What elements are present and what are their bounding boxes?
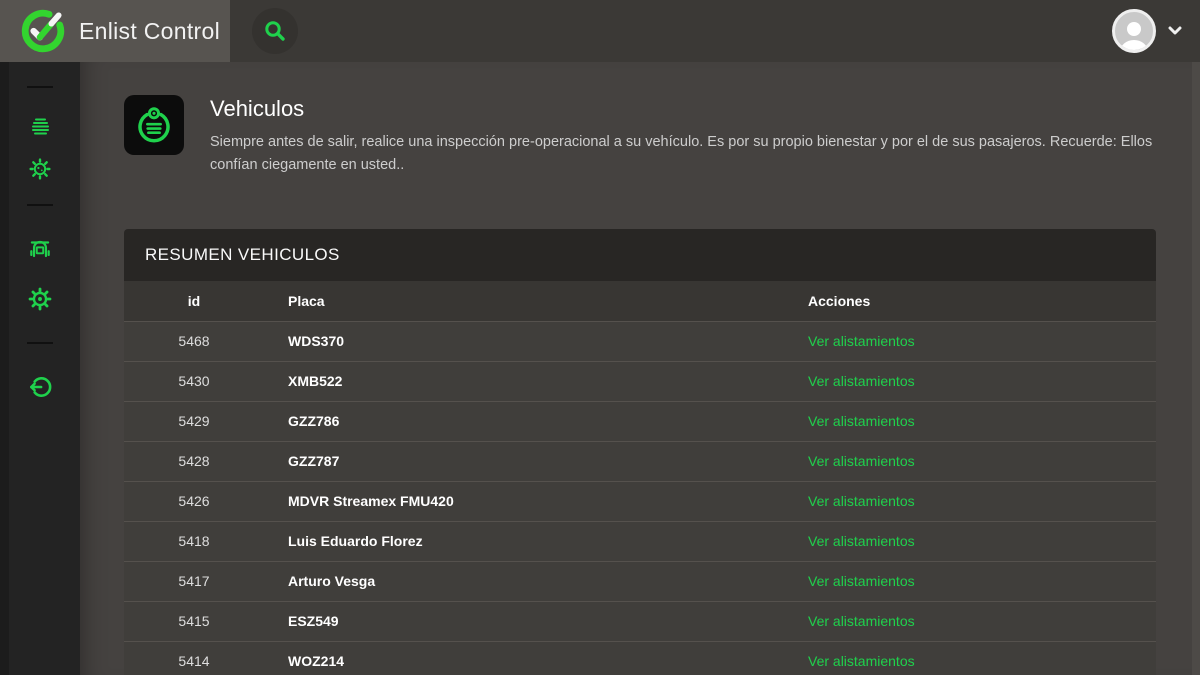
table-row: 5429GZZ786 Ver alistamientos [124,401,1156,441]
table-row: 5468WDS370 Ver alistamientos [124,321,1156,361]
virus-icon [28,157,52,181]
table-header-row: id Placa Acciones [124,281,1156,321]
sidebar-item-protocolos[interactable] [27,156,53,182]
vehicle-id: 5429 [124,401,264,441]
ver-alistamientos-link[interactable]: Ver alistamientos [808,533,915,549]
vehicle-id: 5414 [124,641,264,675]
vehicle-id: 5468 [124,321,264,361]
ver-alistamientos-link[interactable]: Ver alistamientos [808,613,915,629]
avatar[interactable] [1112,9,1156,53]
vehicle-actions-cell: Ver alistamientos [784,521,1156,561]
brand-name: Enlist Control [79,18,220,45]
sidebar-item-alistamientos[interactable] [27,114,53,140]
column-header-placa: Placa [264,281,784,321]
vehicle-actions-cell: Ver alistamientos [784,601,1156,641]
vehicle-actions-cell: Ver alistamientos [784,641,1156,675]
vehicle-placa: Arturo Vesga [264,561,784,601]
column-header-acciones: Acciones [784,281,1156,321]
vehicle-placa: Luis Eduardo Florez [264,521,784,561]
vehicle-placa: WDS370 [264,321,784,361]
sidebar-divider [27,342,53,344]
vehicle-top-icon [133,104,175,146]
table-row: 5414WOZ214 Ver alistamientos [124,641,1156,675]
vehicle-actions-cell: Ver alistamientos [784,561,1156,601]
list-lines-icon [28,115,52,139]
user-avatar-icon [1117,18,1151,50]
vehicle-actions-cell: Ver alistamientos [784,361,1156,401]
vehicle-actions-cell: Ver alistamientos [784,401,1156,441]
vehicles-panel: RESUMEN VEHICULOS id Placa Acciones 5468… [124,229,1156,675]
table-row: 5417Arturo Vesga Ver alistamientos [124,561,1156,601]
ver-alistamientos-link[interactable]: Ver alistamientos [808,493,915,509]
vehicles-table: id Placa Acciones 5468WDS370 Ver alistami… [124,281,1156,675]
vehicle-front-icon [27,236,53,262]
page-header: Vehiculos Siempre antes de salir, realic… [124,95,1156,177]
ver-alistamientos-link[interactable]: Ver alistamientos [808,333,915,349]
vehicles-tile [124,95,184,155]
logout-icon [27,374,53,400]
page-description: Siempre antes de salir, realice una insp… [210,131,1156,177]
vehicle-actions-cell: Ver alistamientos [784,441,1156,481]
panel-title: RESUMEN VEHICULOS [145,245,340,265]
table-row: 5418Luis Eduardo Florez Ver alistamientos [124,521,1156,561]
table-row: 5415ESZ549 Ver alistamientos [124,601,1156,641]
ver-alistamientos-link[interactable]: Ver alistamientos [808,573,915,589]
column-header-id: id [124,281,264,321]
vehicle-id: 5417 [124,561,264,601]
vehicle-placa: GZZ787 [264,441,784,481]
search-icon [262,18,288,44]
sidebar-item-configuracion[interactable] [27,286,53,312]
vehicle-id: 5415 [124,601,264,641]
vehicle-actions-cell: Ver alistamientos [784,321,1156,361]
scrollbar[interactable] [1192,62,1200,675]
page-title: Vehiculos [210,96,1156,122]
table-row: 5426MDVR Streamex FMU420 Ver alistamiento… [124,481,1156,521]
chevron-down-icon[interactable] [1168,26,1182,36]
vehicle-placa: XMB522 [264,361,784,401]
vehicle-id: 5426 [124,481,264,521]
vehicle-placa: GZZ786 [264,401,784,441]
ver-alistamientos-link[interactable]: Ver alistamientos [808,373,915,389]
search-button[interactable] [252,8,298,54]
sidebar-item-logout[interactable] [27,374,53,400]
vehicle-id: 5428 [124,441,264,481]
vehicle-placa: MDVR Streamex FMU420 [264,481,784,521]
sidebar-item-vehiculos[interactable] [27,236,53,262]
table-row: 5428GZZ787 Ver alistamientos [124,441,1156,481]
vehicle-actions-cell: Ver alistamientos [784,481,1156,521]
gear-icon [27,286,53,312]
main-content: Vehiculos Siempre antes de salir, realic… [80,62,1200,675]
sidebar-divider [27,86,53,88]
vehicle-placa: WOZ214 [264,641,784,675]
ver-alistamientos-link[interactable]: Ver alistamientos [808,453,915,469]
table-row: 5430XMB522 Ver alistamientos [124,361,1156,401]
enlist-logo-icon [20,8,66,54]
vehicle-id: 5430 [124,361,264,401]
vehicle-placa: ESZ549 [264,601,784,641]
panel-header: RESUMEN VEHICULOS [124,229,1156,281]
ver-alistamientos-link[interactable]: Ver alistamientos [808,653,915,669]
user-menu[interactable] [1112,9,1200,53]
sidebar [0,62,80,675]
ver-alistamientos-link[interactable]: Ver alistamientos [808,413,915,429]
vehicle-id: 5418 [124,521,264,561]
sidebar-divider [27,204,53,206]
brand[interactable]: Enlist Control [0,0,230,62]
app-header: Enlist Control [0,0,1200,62]
